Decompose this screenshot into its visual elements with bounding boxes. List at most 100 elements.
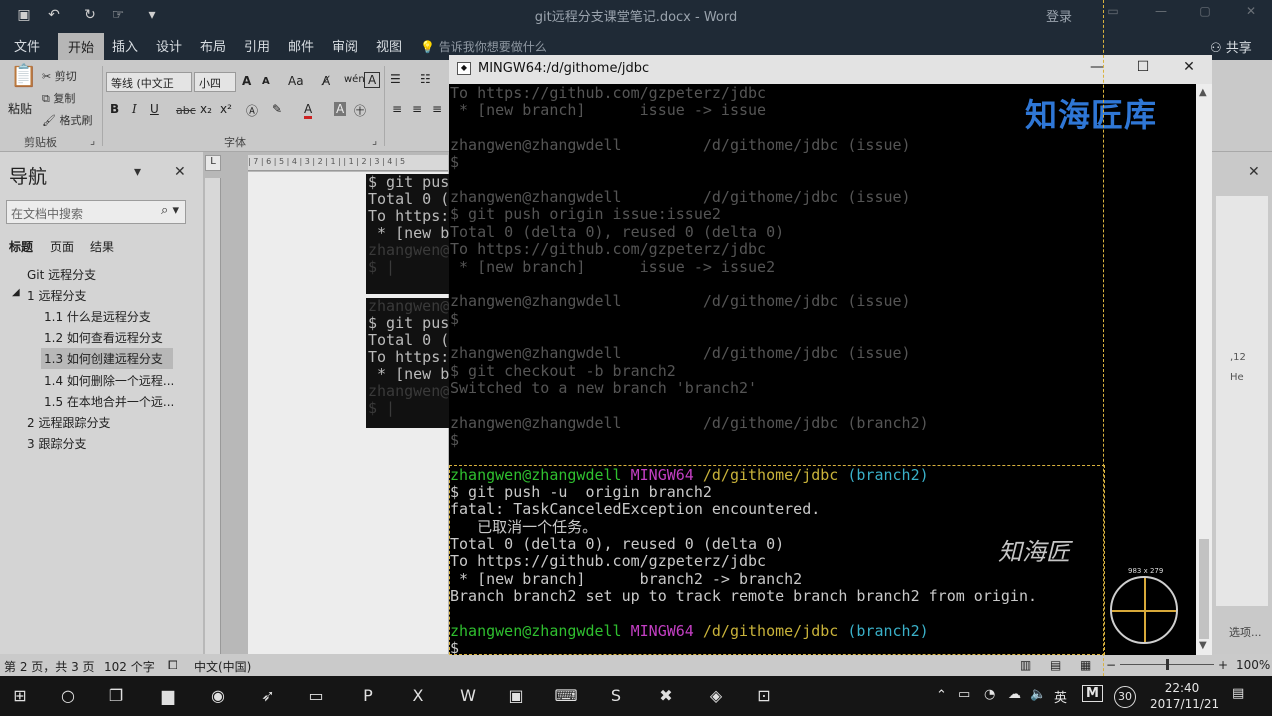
bullets-icon[interactable]: ☰ — [390, 72, 401, 86]
volume-icon[interactable]: 🔈 — [1030, 687, 1046, 702]
minimize-icon[interactable]: — — [1150, 4, 1172, 24]
scrollbar-thumb[interactable] — [1199, 539, 1209, 639]
word-count[interactable]: 102 个字 — [104, 658, 155, 675]
maximize-icon[interactable]: ▢ — [1194, 4, 1216, 24]
grow-font-icon[interactable]: A — [242, 74, 251, 88]
nav-tab-headings[interactable]: 标题 — [9, 238, 33, 255]
italic-button[interactable]: I — [132, 102, 137, 116]
task-view-icon[interactable]: ❐ — [104, 684, 128, 708]
nav-heading-item[interactable]: 3 跟踪分支 — [27, 435, 86, 452]
bold-button[interactable]: B — [110, 102, 119, 116]
app-x-icon[interactable]: ✖ — [654, 684, 678, 708]
align-center-icon[interactable]: ≡ — [412, 102, 422, 116]
app-chart-icon[interactable]: ⊡ — [752, 684, 776, 708]
share-button[interactable]: ⚇ 共享 — [1210, 37, 1252, 56]
language-indicator[interactable]: 中文(中国) — [194, 658, 251, 675]
page-count[interactable]: 第 2 页，共 3 页 — [4, 658, 95, 675]
app-s-icon[interactable]: S — [604, 684, 628, 708]
ribbon-display-icon[interactable]: ▭ — [1102, 4, 1124, 24]
font-launcher-icon[interactable]: ⌟ — [372, 134, 377, 147]
nav-options-icon[interactable]: ▾ — [134, 164, 141, 180]
char-shading-icon[interactable]: A — [334, 102, 347, 116]
search-circle-icon[interactable]: ○ — [56, 684, 80, 708]
horizontal-ruler[interactable]: | 7 | 6 | 5 | 4 | 3 | 2 | 1 | | 1 | 2 | … — [248, 155, 448, 171]
terminal-minimize-icon[interactable]: — — [1085, 59, 1109, 75]
print-layout-icon[interactable]: ▤ — [1050, 658, 1061, 672]
clear-format-icon[interactable]: A̸ — [322, 74, 330, 88]
scroll-up-icon[interactable]: ▲ — [1199, 87, 1207, 98]
zoom-level[interactable]: 100% — [1236, 658, 1270, 672]
tab-file[interactable]: 文件 — [14, 36, 40, 55]
presentation-icon[interactable]: ▣ — [504, 684, 528, 708]
text-effects-icon[interactable]: Ⓐ — [246, 102, 258, 119]
font-name-select[interactable]: 等线 (中文正 — [106, 72, 192, 92]
tell-me-box[interactable]: 💡 告诉我你想要做什么 — [420, 38, 547, 55]
strikethrough-button[interactable]: abc — [176, 104, 196, 117]
proofing-icon[interactable]: ⧠ — [168, 658, 178, 673]
terminal-window[interactable]: ◆ MINGW64:/d/githome/jdbc — ☐ ✕ To https… — [449, 55, 1212, 655]
vertical-ruler[interactable] — [205, 178, 221, 654]
cut-button[interactable]: ✂ 剪切 — [42, 68, 77, 84]
terminal-titlebar[interactable]: ◆ MINGW64:/d/githome/jdbc — ☐ ✕ — [449, 55, 1212, 84]
file-explorer-icon[interactable]: ▆ — [156, 684, 180, 708]
ime-language[interactable]: 英 — [1054, 687, 1067, 706]
tab-mailings[interactable]: 邮件 — [288, 36, 314, 55]
zoom-slider-handle[interactable] — [1166, 659, 1169, 670]
char-border-icon[interactable]: A — [364, 72, 381, 88]
start-windows-icon[interactable]: ⊞ — [8, 684, 32, 708]
subscript-button[interactable]: x₂ — [200, 102, 212, 116]
underline-button[interactable]: U — [150, 102, 159, 116]
tab-review[interactable]: 审阅 — [332, 36, 358, 55]
nav-heading-item[interactable]: 1.5 在本地合并一个远... — [44, 393, 174, 410]
nav-tab-results[interactable]: 结果 — [90, 238, 114, 255]
clipboard-launcher-icon[interactable]: ⌟ — [90, 134, 95, 147]
tab-insert[interactable]: 插入 — [112, 36, 138, 55]
ime-mode[interactable]: M — [1082, 685, 1103, 702]
nav-search-input[interactable]: 在文档中搜索 ⌕ ▾ — [6, 200, 186, 224]
tab-layout[interactable]: 布局 — [200, 36, 226, 55]
git-icon[interactable]: ◈ — [704, 684, 728, 708]
close-icon[interactable]: ✕ — [1240, 4, 1262, 24]
powerpoint-icon[interactable]: P — [356, 684, 380, 708]
nav-heading-item-selected[interactable]: 1.3 如何创建远程分支 — [41, 348, 173, 369]
pane-close-icon[interactable]: ✕ — [1248, 164, 1260, 180]
paste-label[interactable]: 粘贴 — [8, 100, 32, 117]
nav-heading-item[interactable]: Git 远程分支 — [27, 266, 96, 283]
nav-heading-item[interactable]: 1.4 如何删除一个远程... — [44, 372, 174, 389]
keyboard-icon[interactable]: ⌨ — [554, 684, 578, 708]
nav-heading-item[interactable]: 1.2 如何查看远程分支 — [44, 329, 163, 346]
firefox-icon[interactable]: ◉ — [206, 684, 230, 708]
terminal-app-icon[interactable]: ▭ — [304, 684, 328, 708]
pasted-screenshot-2[interactable]: zhangwen@ $ git pus Total 0 (To https: * [… — [366, 298, 450, 428]
superscript-button[interactable]: x² — [220, 102, 232, 116]
excel-icon[interactable]: X — [406, 684, 430, 708]
app-feather-icon[interactable]: ➶ — [256, 684, 280, 708]
nav-heading-item[interactable]: 1 远程分支 — [27, 287, 86, 304]
web-layout-icon[interactable]: ▦ — [1080, 658, 1091, 672]
zoom-out-icon[interactable]: − — [1106, 658, 1116, 672]
nav-heading-item[interactable]: 2 远程跟踪分支 — [27, 414, 110, 431]
tray-expand-icon[interactable]: ⌃ — [936, 688, 947, 703]
zoom-in-icon[interactable]: + — [1218, 658, 1228, 672]
collapse-triangle-icon[interactable]: ◢ — [12, 287, 20, 298]
notification-count-badge[interactable]: 30 — [1114, 686, 1136, 708]
shrink-font-icon[interactable]: A — [262, 76, 270, 87]
align-left-icon[interactable]: ≡ — [392, 102, 402, 116]
search-icon[interactable]: ⌕ ▾ — [161, 203, 179, 218]
paste-icon[interactable]: 📋 — [10, 64, 37, 89]
tab-references[interactable]: 引用 — [244, 36, 270, 55]
tab-home[interactable]: 开始 — [58, 33, 105, 60]
terminal-output[interactable]: To https://github.com/gzpeterz/jdbc * [n… — [449, 84, 1196, 656]
word-icon[interactable]: W — [456, 684, 480, 708]
read-mode-icon[interactable]: ▥ — [1020, 658, 1031, 672]
font-size-select[interactable]: 小四 — [194, 72, 236, 92]
font-color-button[interactable]: A — [304, 102, 313, 119]
clock[interactable]: 22:40 2017/11/21 — [1150, 680, 1219, 712]
scroll-down-icon[interactable]: ▼ — [1199, 640, 1207, 651]
change-case-button[interactable]: Aa — [288, 74, 304, 88]
nav-close-icon[interactable]: ✕ — [174, 164, 186, 180]
pasted-screenshot-1[interactable]: $ git pus Total 0 (To https: * [new b zhan… — [366, 174, 450, 294]
terminal-scrollbar[interactable]: ▲ ▼ — [1196, 84, 1212, 655]
pane-options-link[interactable]: 选项... — [1229, 624, 1262, 640]
tab-design[interactable]: 设计 — [156, 36, 182, 55]
